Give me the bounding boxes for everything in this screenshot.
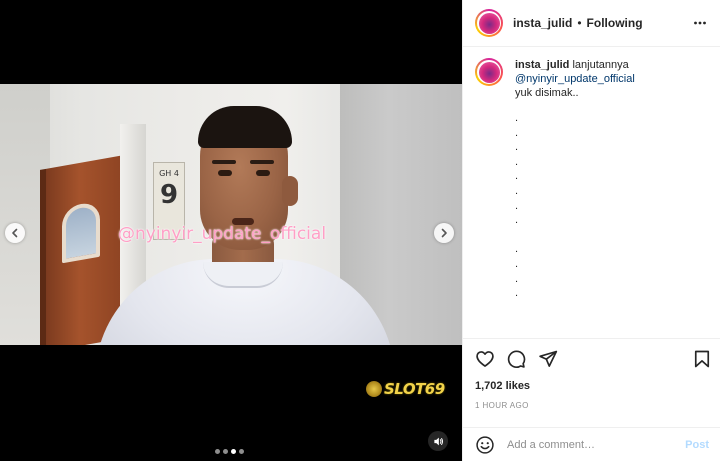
caption-dot: . (515, 243, 519, 256)
avatar-ring (477, 11, 501, 35)
brand-logo-text: SLOT69 (384, 380, 445, 398)
avatar-image (478, 61, 500, 83)
comment-icon[interactable] (506, 349, 526, 369)
instagram-post-view: GH 4 9 @nyinyir_update_official SLOT69 i… (0, 0, 720, 461)
caption-username[interactable]: insta_julid (515, 59, 569, 71)
person-hair (198, 106, 292, 148)
person-figure (0, 84, 462, 345)
caption-dot: . (515, 257, 519, 270)
post-timestamp[interactable]: 1 HOUR AGO (475, 401, 529, 410)
caption-avatar[interactable] (475, 58, 503, 86)
brand-logo: SLOT69 (366, 379, 445, 399)
caption-dot-lines: . . . . . . . . . . . . (515, 112, 711, 302)
likes-count[interactable]: 1,702 likes (475, 380, 530, 392)
post-caption: insta_julid lanjutannya @nyinyir_update_… (475, 58, 711, 302)
chevron-left-icon (12, 228, 18, 238)
caption-dot: . (515, 184, 519, 197)
person-eye (256, 170, 270, 176)
caption-dot: . (515, 170, 519, 183)
avatar-ring (477, 60, 501, 84)
caption-body: insta_julid lanjutannya @nyinyir_update_… (515, 58, 711, 302)
chevron-right-icon (441, 228, 447, 238)
person-brow (212, 160, 236, 164)
carousel-dot (239, 449, 244, 454)
video-watermark: @nyinyir_update_official (118, 224, 327, 244)
carousel-dot (215, 449, 220, 454)
share-icon[interactable] (538, 349, 558, 369)
avatar-image (478, 12, 500, 34)
caption-dot: . (515, 126, 519, 139)
audio-toggle-button[interactable] (428, 431, 448, 451)
comment-input[interactable]: Add a comment… (507, 439, 685, 451)
caption-mention-link[interactable]: @nyinyir_update_official (515, 72, 711, 86)
speaker-icon (433, 437, 443, 445)
post-comment-button[interactable]: Post (685, 439, 709, 451)
following-button[interactable]: Following (587, 16, 643, 30)
brand-emblem-icon (366, 381, 382, 397)
caption-dot: . (515, 287, 519, 300)
emoji-icon[interactable] (475, 435, 495, 455)
caption-dot: . (515, 272, 519, 285)
header-separator: • (577, 16, 582, 30)
more-options-icon[interactable] (693, 18, 707, 28)
carousel-prev-button[interactable] (5, 223, 25, 243)
person-eye (218, 170, 232, 176)
caption-line: yuk disimak.. (515, 87, 579, 99)
caption-dot: . (515, 155, 519, 168)
caption-dot (515, 229, 711, 244)
carousel-dot (223, 449, 228, 454)
carousel-indicator (215, 449, 244, 454)
caption-dot: . (515, 112, 519, 124)
post-header: insta_julid • Following (463, 0, 720, 47)
post-side-panel: insta_julid • Following insta_julid lanj… (462, 0, 720, 461)
caption-text: lanjutannya (572, 59, 629, 71)
header-username[interactable]: insta_julid (513, 16, 572, 30)
bookmark-icon[interactable] (692, 349, 712, 369)
person-ear (282, 176, 298, 206)
video-frame[interactable]: GH 4 9 @nyinyir_update_official (0, 84, 462, 345)
caption-dot: . (515, 199, 519, 212)
add-comment-bar: Add a comment… Post (463, 427, 720, 461)
avatar[interactable] (475, 9, 503, 37)
post-actions-bar (463, 338, 720, 378)
heart-icon[interactable] (475, 349, 495, 369)
media-viewer[interactable]: GH 4 9 @nyinyir_update_official SLOT69 (0, 0, 462, 461)
carousel-next-button[interactable] (434, 223, 454, 243)
carousel-dot-active (231, 449, 236, 454)
caption-dot: . (515, 214, 519, 227)
person-brow (250, 160, 274, 164)
caption-dot: . (515, 141, 519, 154)
